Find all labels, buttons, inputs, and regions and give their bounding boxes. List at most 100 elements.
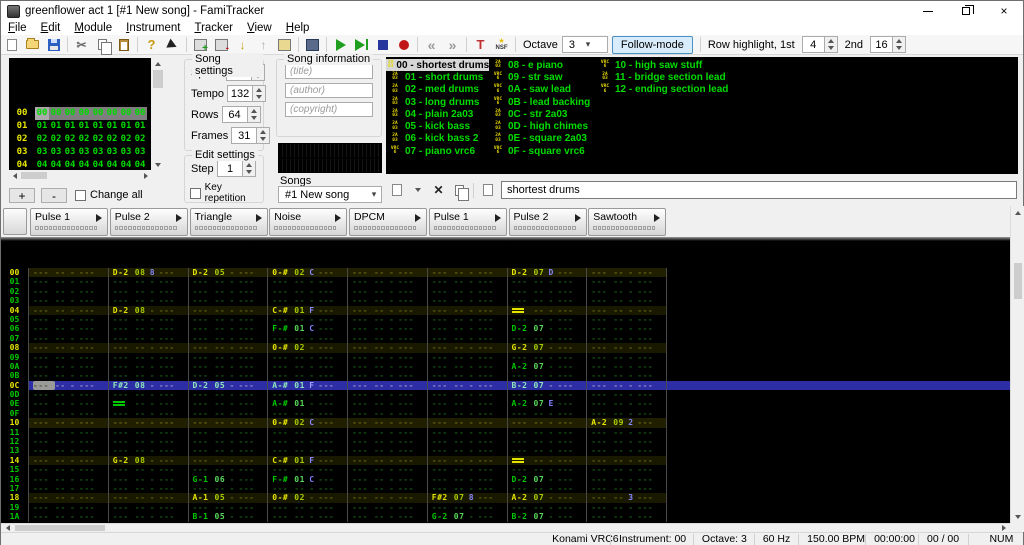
pattern-cell[interactable]: --- -- - --- [189,286,269,297]
pattern-cell[interactable]: --- -- - --- [189,333,269,344]
new-instrument-dropdown-icon[interactable] [408,182,427,199]
pattern-cell[interactable]: G-2 07- --- [508,343,588,353]
pattern-cell[interactable]: --- -- - --- [508,286,588,297]
pattern-cell[interactable]: --- -- - --- [508,314,588,325]
frame-horizontal-scrollbar[interactable] [9,170,151,181]
pattern-cell[interactable]: --- -- - --- [29,371,109,381]
pattern-cell[interactable]: --- -- - --- [189,465,269,475]
menu-tracker[interactable]: Tracker [187,22,240,34]
pattern-cell[interactable]: --- -- - --- [109,296,189,306]
pattern-cell[interactable]: --- -- - --- [29,427,109,438]
pattern-cell[interactable]: --- -- - --- [109,343,189,353]
pattern-cell[interactable]: --- -- - --- [29,493,109,503]
pattern-cell[interactable]: --- -- - --- [268,427,348,438]
delete-instrument-icon[interactable]: ✕ [429,182,448,199]
pattern-cell[interactable]: --- -- - --- [587,352,667,362]
pattern-row-0D[interactable]: 0D --- -- - --- --- -- - --- --- -- - --- --- -- - --- --… [1,390,1010,400]
open-file-icon[interactable] [23,36,42,53]
pattern-cell[interactable]: --- -- - --- [428,286,508,297]
pattern-cell[interactable]: --- -- - --- [348,343,428,353]
pattern-cell[interactable]: --- -- - --- [428,418,508,428]
pattern-vertical-scrollbar[interactable] [1010,206,1024,523]
pattern-cell[interactable]: --- -- - --- [189,361,269,372]
pattern-cell[interactable]: D-2 05- --- [189,380,269,391]
instrument-item-04[interactable]: 2A 03 04 - plain 2a03 [386,108,489,120]
pattern-cell[interactable]: 0-# 02 C --- [268,418,348,428]
instrument-item-0C[interactable]: 2A 03 0C - str 2a03 [489,108,596,120]
play-pattern-icon[interactable] [352,36,371,53]
pattern-cell[interactable]: --- -- - --- [508,437,588,447]
channel-header-6[interactable]: Pulse 1 [428,208,507,236]
pattern-cell[interactable]: --- -- - --- [29,465,109,475]
pattern-cell[interactable]: --- -- - --- [428,427,508,438]
instrument-item-06[interactable]: 2A 03 06 - kick bass 2 [386,133,489,145]
pattern-cell[interactable]: --- -- - --- [348,333,428,344]
pattern-cell[interactable]: --- -- - --- [109,418,189,428]
pattern-cell[interactable]: --- -- - --- [587,512,667,522]
help-icon[interactable]: ? [142,36,161,53]
pattern-cell[interactable]: A-2 09 2 --- [587,418,667,428]
pattern-cell[interactable]: --- -- - --- [348,361,428,372]
pattern-cell[interactable]: --- -- - --- [29,474,109,484]
pattern-cell[interactable]: --- -- - --- [29,502,109,513]
pattern-cell[interactable]: --- -- - --- [428,277,508,287]
pattern-cell[interactable]: --- -- - --- [428,314,508,325]
pattern-row-04[interactable]: 04 --- -- - --- D-2 08- --- --- -- - --- C-# 01 F --- --… [1,305,1010,315]
pattern-cell[interactable]: --- -- - --- [348,324,428,334]
frame-row[interactable]: 03 03 03 03 03 03 03 03 03 [9,146,151,159]
pattern-cell[interactable]: --- -- - --- [189,446,269,456]
pattern-row-15[interactable]: 15 --- -- - --- --- -- - --- --- -- - --- --- -- - --- --… [1,465,1010,475]
menu-edit[interactable]: Edit [34,22,68,34]
pattern-cell[interactable]: --- -- - --- [508,408,588,419]
pattern-cell[interactable]: --- -- - --- [428,371,508,381]
pattern-cell[interactable]: --- -- - --- [428,361,508,372]
pattern-cell[interactable]: --- -- - --- [109,277,189,287]
pattern-cell[interactable]: D-2 08- --- [109,305,189,315]
pattern-cell[interactable]: B-1 05- --- [189,512,269,522]
minimize-button[interactable] [909,1,947,21]
pattern-cell[interactable]: --- -- - --- [109,512,189,522]
octave-select[interactable]: 3 ▾ [561,36,608,53]
play-icon[interactable] [331,36,350,53]
pattern-row-12[interactable]: 12 --- -- - --- --- -- - --- --- -- - --- --- -- - --- --… [1,437,1010,447]
pattern-cell[interactable]: --- -- - --- [268,502,348,513]
pattern-cell[interactable]: --- -- - --- [29,361,109,372]
author-input[interactable]: (author) [285,83,373,98]
pattern-cell[interactable]: --- -- - --- [109,314,189,325]
pattern-cell[interactable]: --- -- - --- [428,399,508,409]
remove-instrument-icon[interactable]: - [212,36,231,53]
pattern-row-16[interactable]: 16 --- -- - --- --- -- - --- G-1 06- --- F-# 01 C --- --… [1,474,1010,484]
rows-stepper[interactable]: 64 [221,106,261,123]
channel-header-5[interactable]: DPCM [349,208,427,236]
pattern-cell[interactable]: --- -- - --- [348,399,428,409]
pattern-cell[interactable]: --- -- - --- [428,465,508,475]
pattern-cell[interactable]: --- -- - --- [348,286,428,297]
pattern-cell[interactable]: --- -- - --- [587,305,667,315]
pattern-cell[interactable]: --- -- - --- [29,408,109,419]
pattern-cell[interactable]: --- -- - --- [428,324,508,334]
instrument-item-03[interactable]: 2A 03 03 - long drums [386,96,489,108]
pattern-cell[interactable]: --- -- - --- [348,418,428,428]
pattern-cell[interactable]: --- -- - --- [189,418,269,428]
pattern-cell[interactable]: --- -- - --- [268,333,348,344]
pattern-cell[interactable]: --- -- - --- [508,427,588,438]
pattern-cell[interactable]: --- -- - --- [29,296,109,306]
frame-editor[interactable]: 00 00 00 00 00 00 00 00 00 01 01 01 01 01 01 01 01 01 02 02… [9,58,151,170]
instrument-item-11[interactable]: 2A 03 11 - bridge section lead [596,71,728,83]
instrument-item-10[interactable]: VRC 6 10 - high saw stuff [596,59,728,71]
pattern-cell[interactable]: --- -- - --- [587,437,667,447]
pattern-cell[interactable]: --- -- - --- [348,502,428,513]
pattern-cell[interactable]: --- -- - --- [29,314,109,325]
pattern-cell[interactable]: --- -- - --- [189,352,269,362]
pattern-cell[interactable]: --- -- - --- [428,408,508,419]
pattern-cell[interactable]: --- -- - --- [508,465,588,475]
pattern-row-00[interactable]: 00 --- -- - --- D-2 08 8 --- D-2 05- --- 0-# 02 C --- --… [1,268,1010,278]
pattern-cell[interactable]: --- -- - --- [428,305,508,315]
pattern-cell[interactable]: --- -- - --- [587,483,667,494]
pattern-cell[interactable]: --- -- - --- [348,474,428,484]
change-all-checkbox[interactable]: Change all [75,189,143,201]
pattern-cell[interactable]: B-2 07- --- [508,380,588,391]
pattern-cell[interactable]: B-2 07- --- [508,512,588,522]
new-instrument-icon[interactable] [387,182,406,199]
pattern-cell[interactable]: --- -- - --- [189,296,269,306]
